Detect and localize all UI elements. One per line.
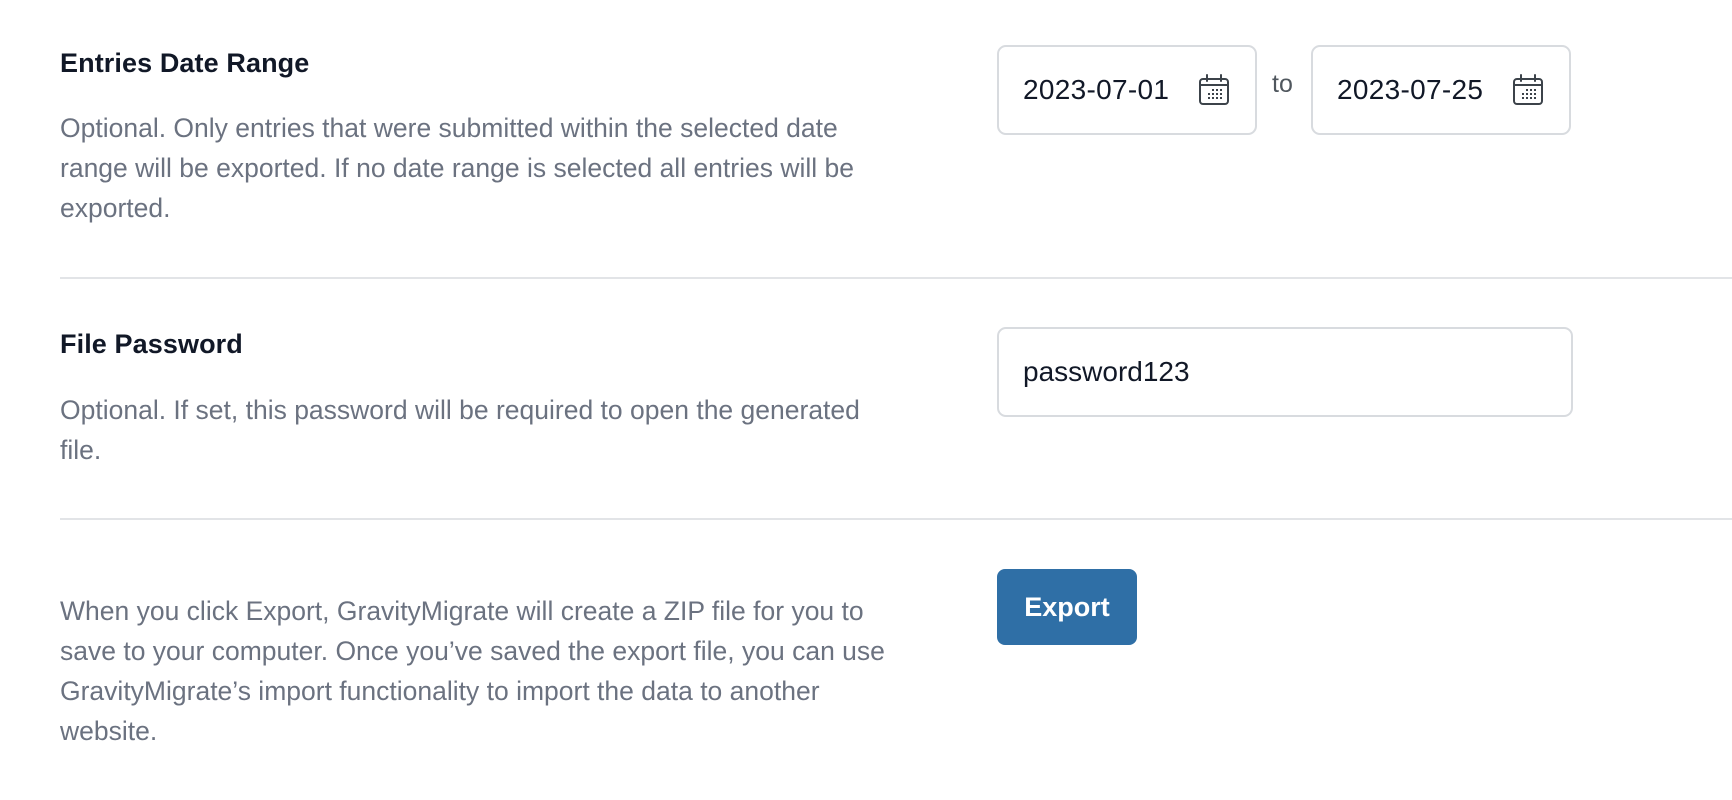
calendar-icon[interactable] [1511, 73, 1545, 107]
date-range-title: Entries Date Range [60, 48, 310, 78]
file-password-input[interactable]: password123 [997, 327, 1573, 417]
start-date-input[interactable]: 2023-07-01 [997, 45, 1257, 135]
date-range-description: Optional. Only entries that were submitt… [60, 113, 854, 223]
file-password-title: File Password [60, 329, 243, 359]
end-date-input[interactable]: 2023-07-25 [1311, 45, 1571, 135]
end-date-value[interactable]: 2023-07-25 [1337, 74, 1511, 106]
file-password-value[interactable]: password123 [1023, 356, 1190, 388]
start-date-value[interactable]: 2023-07-01 [1023, 74, 1197, 106]
file-password-description: Optional. If set, this password will be … [60, 395, 860, 465]
export-section: When you click Export, GravityMigrate wi… [60, 520, 1732, 800]
export-button[interactable]: Export [997, 569, 1137, 645]
export-description: When you click Export, GravityMigrate wi… [60, 596, 885, 746]
date-range-separator: to [1272, 70, 1293, 98]
calendar-icon[interactable] [1197, 73, 1231, 107]
entries-date-range-section: Entries Date Range Optional. Only entrie… [60, 0, 1732, 278]
